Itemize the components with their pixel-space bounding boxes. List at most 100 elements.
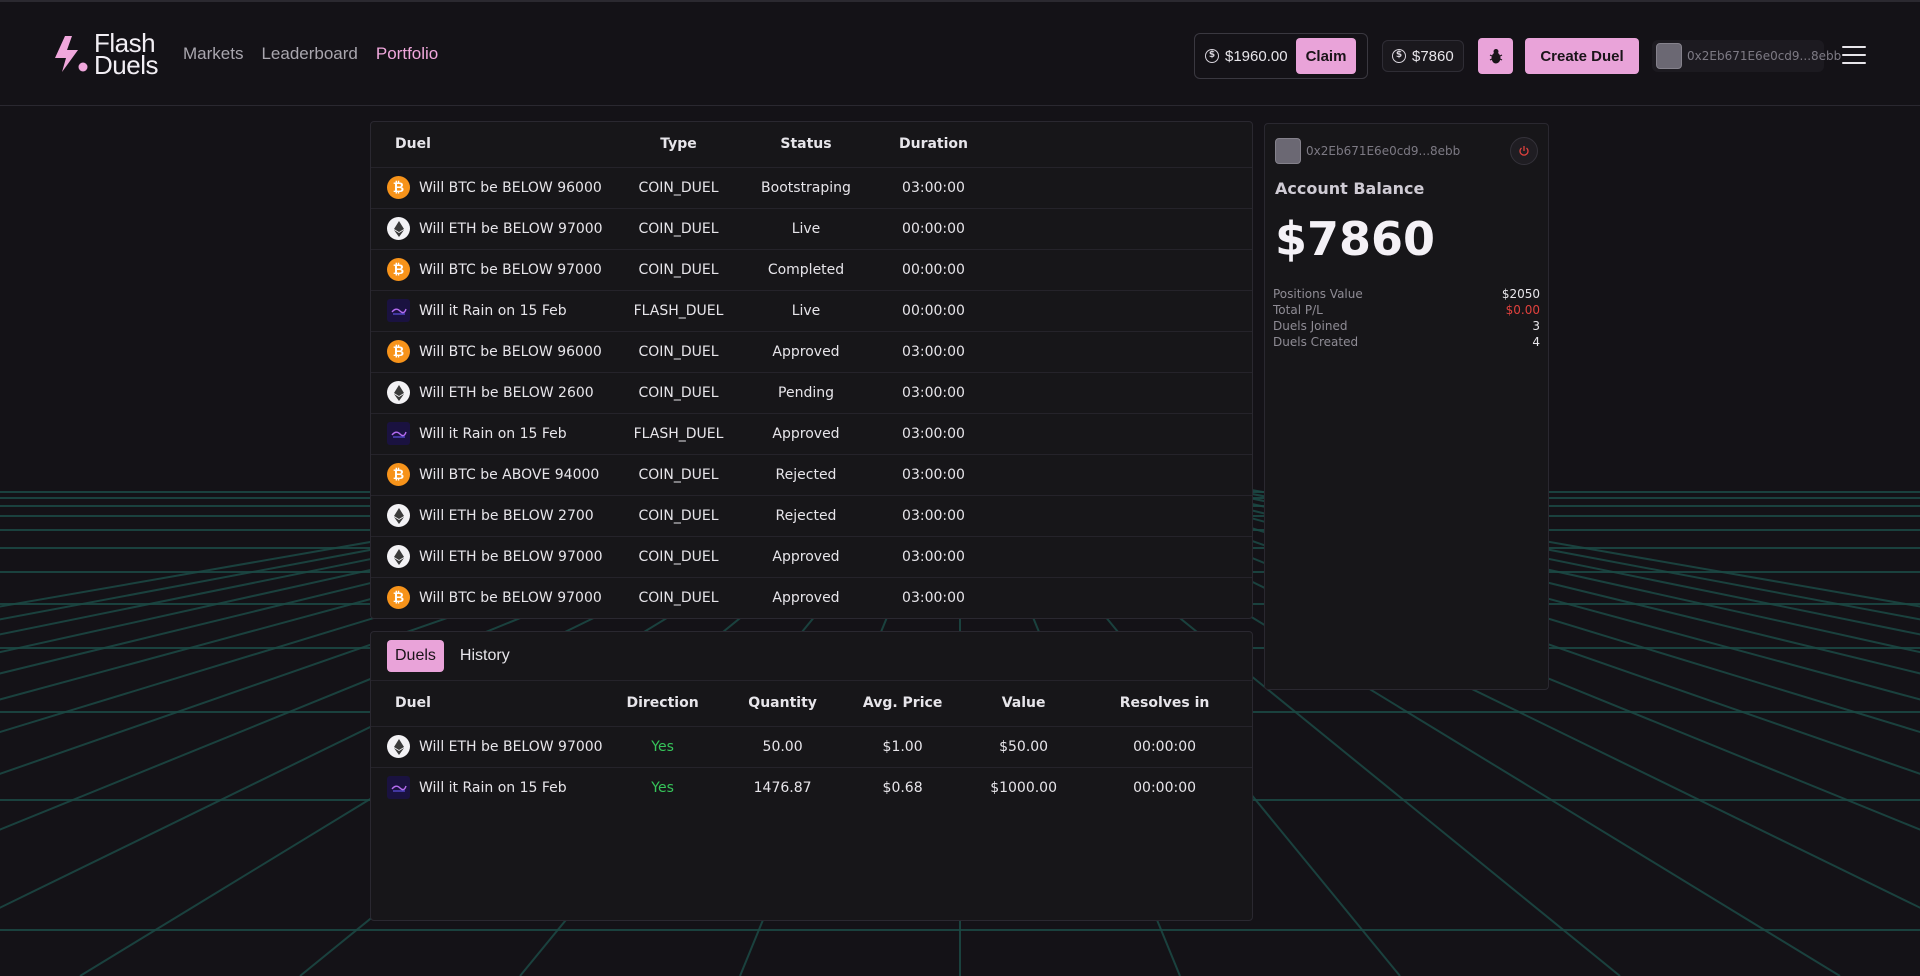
duels-table: Duel Type Status Duration ₿ Will BTC be B… — [371, 122, 1252, 618]
rain-market-icon — [387, 299, 410, 322]
duel-link[interactable]: ₿ Will BTC be BELOW 97000 — [371, 258, 626, 281]
duel-title: Will it Rain on 15 Feb — [419, 302, 567, 319]
stat-label: Total P/L — [1273, 303, 1323, 317]
brand-line2: Duels — [94, 50, 158, 80]
nav-markets[interactable]: Markets — [183, 44, 243, 64]
duel-cell: Will ETH be BELOW 97000 — [371, 725, 603, 767]
table-row[interactable]: Will ETH be BELOW 97000 Yes 50.00 $1.00 $50.… — [371, 725, 1252, 767]
table-row[interactable]: ₿ Will BTC be BELOW 96000 COIN_DUEL Approve… — [371, 330, 1252, 372]
duel-link[interactable]: Will it Rain on 15 Feb — [371, 776, 603, 800]
duel-title: Will ETH be BELOW 97000 — [419, 220, 603, 237]
duel-duration: 03:00:00 — [881, 371, 986, 413]
table-row[interactable]: Will ETH be BELOW 2700 COIN_DUEL Rejected 0… — [371, 494, 1252, 536]
duel-cell: Will ETH be BELOW 97000 — [371, 207, 626, 249]
create-duel-button[interactable]: Create Duel — [1525, 38, 1639, 74]
ethereum-icon — [387, 735, 410, 758]
row-spacer — [986, 535, 1252, 577]
duel-type: COIN_DUEL — [626, 166, 731, 208]
claimable-amount: $1960.00 — [1225, 47, 1288, 65]
row-spacer — [1244, 766, 1252, 808]
table-row[interactable]: Will it Rain on 15 Feb FLASH_DUEL Live 00:0… — [371, 289, 1252, 331]
table-row[interactable]: Will ETH be BELOW 97000 COIN_DUEL Approved… — [371, 535, 1252, 577]
stat-label: Duels Created — [1273, 335, 1359, 349]
hamburger-menu-icon[interactable] — [1842, 46, 1866, 66]
tab-duels[interactable]: Duels — [387, 640, 444, 672]
duel-type: COIN_DUEL — [626, 248, 731, 290]
col-header-direction: Direction — [626, 695, 699, 712]
duel-link[interactable]: Will ETH be BELOW 97000 — [371, 545, 626, 568]
position-direction: Yes — [602, 725, 723, 767]
duel-duration: 03:00:00 — [881, 576, 986, 618]
duel-cell: Will it Rain on 15 Feb — [371, 412, 626, 454]
position-value: $50.00 — [962, 725, 1085, 767]
col-header-quantity: Quantity — [748, 695, 817, 712]
table-row[interactable]: ₿ Will BTC be ABOVE 94000 COIN_DUEL Rejecte… — [371, 453, 1252, 495]
bug-report-button[interactable] — [1478, 38, 1513, 74]
row-spacer — [986, 412, 1252, 454]
lightning-logo-icon — [55, 36, 88, 72]
duel-title: Will it Rain on 15 Feb — [419, 425, 567, 442]
duel-title: Will BTC be BELOW 97000 — [419, 261, 602, 278]
row-spacer — [986, 371, 1252, 413]
duel-link[interactable]: Will ETH be BELOW 97000 — [371, 217, 626, 240]
duel-cell: ₿ Will BTC be BELOW 96000 — [371, 166, 626, 208]
duel-duration: 03:00:00 — [881, 412, 986, 454]
nav-leaderboard[interactable]: Leaderboard — [261, 44, 357, 64]
position-avg-price: $1.00 — [842, 725, 963, 767]
duel-title: Will ETH be BELOW 97000 — [419, 548, 603, 565]
position-quantity: 1476.87 — [722, 766, 843, 808]
table-row[interactable]: ₿ Will BTC be BELOW 96000 COIN_DUEL Bootstr… — [371, 166, 1252, 208]
duel-duration: 03:00:00 — [881, 535, 986, 577]
table-row[interactable]: Will it Rain on 15 Feb Yes 1476.87 $0.68 $10… — [371, 766, 1252, 808]
duel-duration: 00:00:00 — [881, 248, 986, 290]
power-icon — [1519, 146, 1529, 156]
table-row[interactable]: Will ETH be BELOW 2600 COIN_DUEL Pending 03… — [371, 371, 1252, 413]
wallet-button[interactable]: 0x2Eb671E6e0cd9...8ebb — [1652, 40, 1841, 72]
duel-status: Live — [731, 289, 881, 331]
stat-value: 3 — [1532, 319, 1540, 333]
table-row[interactable]: ₿ Will BTC be BELOW 97000 COIN_DUEL Approve… — [371, 576, 1252, 618]
duel-type: COIN_DUEL — [626, 453, 731, 495]
duel-link[interactable]: Will ETH be BELOW 2600 — [371, 381, 626, 404]
table-row[interactable]: Will ETH be BELOW 97000 COIN_DUEL Live 00:0… — [371, 207, 1252, 249]
duel-link[interactable]: ₿ Will BTC be BELOW 96000 — [371, 340, 626, 363]
nav-portfolio[interactable]: Portfolio — [376, 44, 438, 64]
duel-title: Will BTC be BELOW 96000 — [419, 179, 602, 196]
disconnect-button[interactable] — [1510, 137, 1538, 165]
duel-link[interactable]: ₿ Will BTC be BELOW 96000 — [371, 176, 626, 199]
stat-value: $0.00 — [1505, 303, 1540, 317]
ethereum-icon — [387, 504, 410, 527]
duel-link[interactable]: ₿ Will BTC be BELOW 97000 — [371, 586, 626, 610]
logo[interactable]: Flash Duels — [52, 30, 158, 80]
duel-link[interactable]: ₿ Will BTC be ABOVE 94000 — [371, 463, 626, 486]
table-row[interactable]: Will it Rain on 15 Feb FLASH_DUEL Approved… — [371, 412, 1252, 454]
stat-row: Duels Joined 3 — [1273, 318, 1540, 334]
bitcoin-icon: ₿ — [387, 340, 410, 363]
stat-label: Duels Joined — [1273, 319, 1348, 333]
ethereum-icon — [387, 217, 410, 240]
table-row[interactable]: ₿ Will BTC be BELOW 97000 COIN_DUEL Complet… — [371, 248, 1252, 290]
duel-duration: 00:00:00 — [881, 207, 986, 249]
claim-button[interactable]: Claim — [1295, 38, 1357, 74]
col-header-avg-price: Avg. Price — [862, 695, 943, 712]
duel-type: COIN_DUEL — [626, 576, 731, 618]
duel-cell: Will it Rain on 15 Feb — [371, 766, 603, 808]
duel-title: Will ETH be BELOW 97000 — [419, 738, 603, 755]
row-spacer — [986, 330, 1252, 372]
account-panel: 0x2Eb671E6e0cd9...8ebb Account Balance $… — [1264, 123, 1549, 690]
duel-link[interactable]: Will it Rain on 15 Feb — [371, 299, 626, 322]
bitcoin-icon: ₿ — [387, 586, 410, 610]
row-spacer — [986, 289, 1252, 331]
duel-cell: Will it Rain on 15 Feb — [371, 289, 626, 331]
duel-link[interactable]: Will it Rain on 15 Feb — [371, 422, 626, 445]
bitcoin-icon: ₿ — [387, 176, 410, 199]
duel-duration: 03:00:00 — [881, 453, 986, 495]
tab-history[interactable]: History — [452, 640, 518, 672]
ethereum-icon — [387, 545, 410, 568]
duel-cell: Will ETH be BELOW 2600 — [371, 371, 626, 413]
duel-link[interactable]: Will ETH be BELOW 97000 — [371, 735, 603, 758]
duel-duration: 03:00:00 — [881, 330, 986, 372]
duel-link[interactable]: Will ETH be BELOW 2700 — [371, 504, 626, 527]
position-avg-price: $0.68 — [842, 766, 963, 808]
account-stats: Positions Value $2050 Total P/L $0.00 Duels … — [1273, 286, 1540, 350]
